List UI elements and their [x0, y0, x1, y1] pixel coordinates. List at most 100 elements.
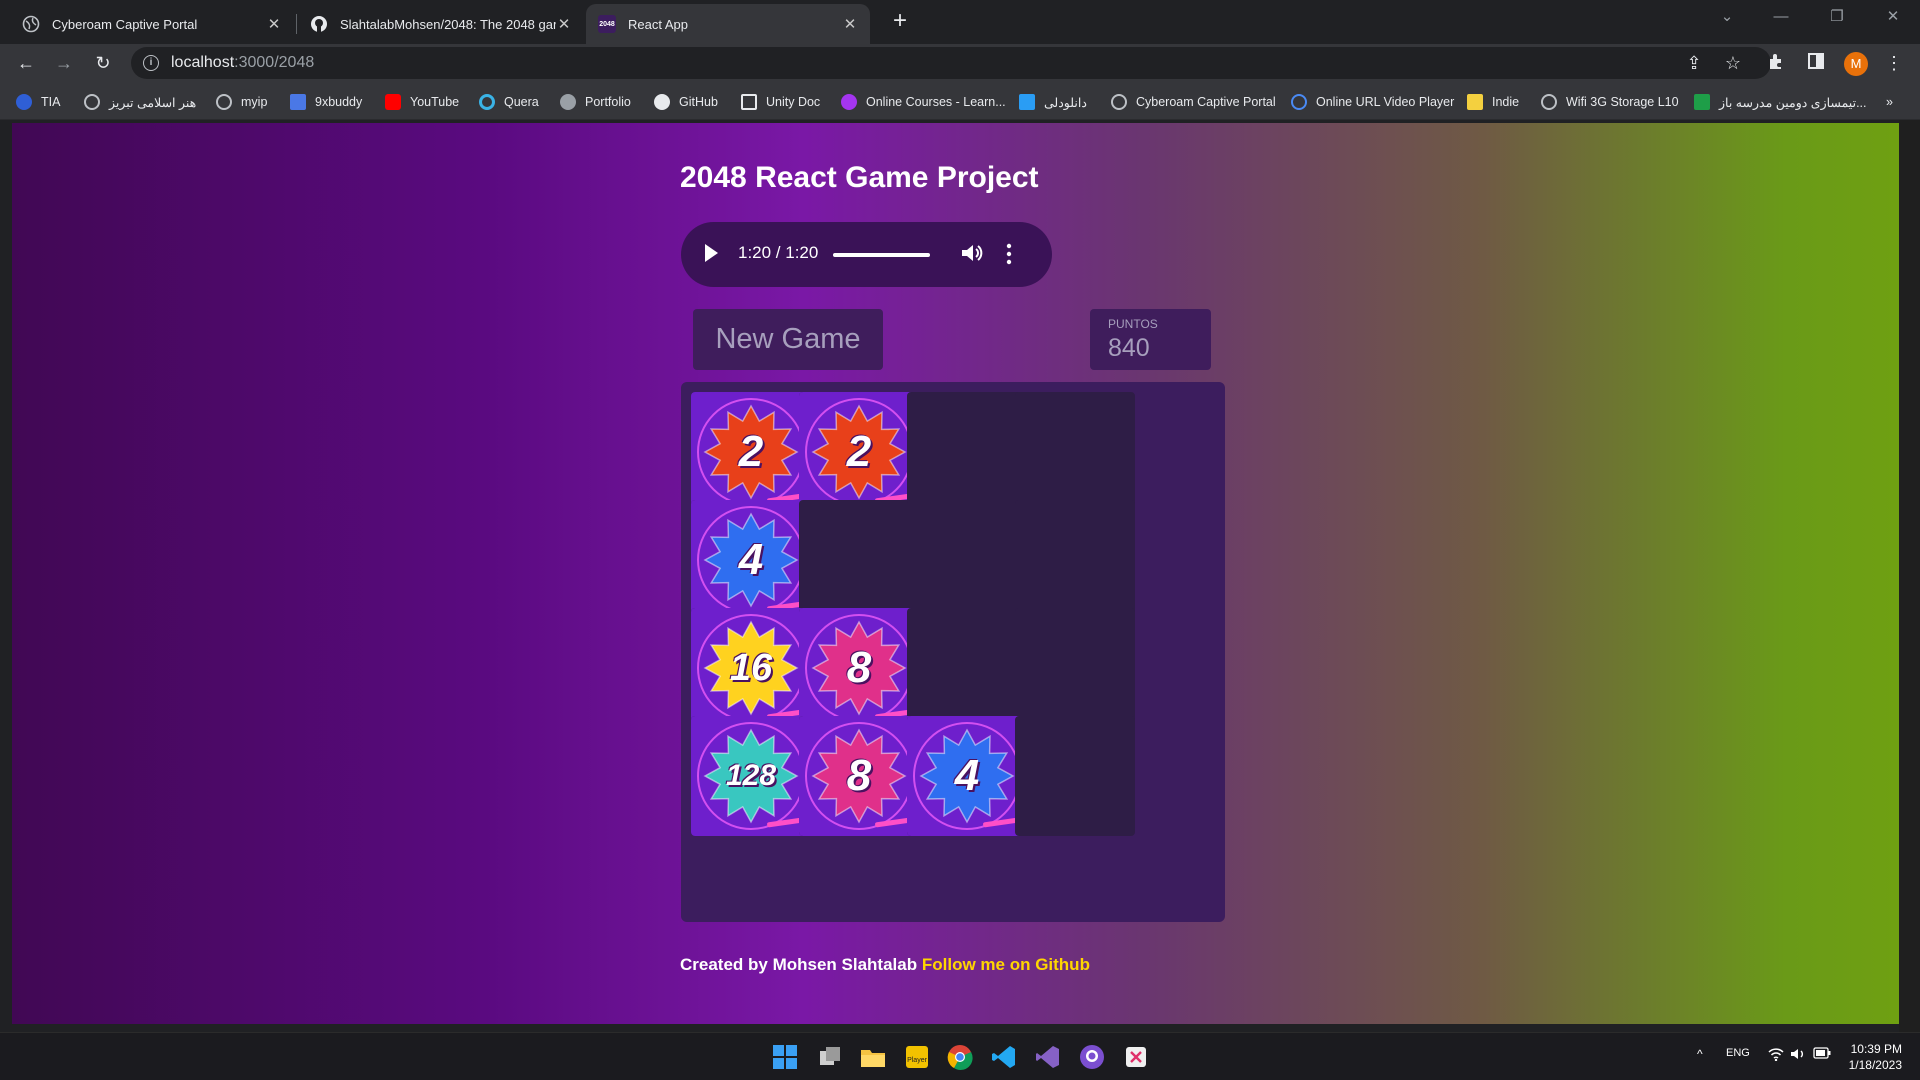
windows-start-icon[interactable] — [771, 1043, 799, 1071]
audio-menu-icon[interactable] — [1006, 243, 1012, 265]
bookmark-item[interactable]: Online URL Video Player — [1291, 92, 1454, 112]
volume-icon[interactable] — [958, 240, 984, 266]
board-cell — [1015, 500, 1135, 620]
profile-avatar[interactable]: M — [1844, 52, 1868, 76]
chrome-icon[interactable] — [946, 1043, 974, 1071]
system-clock[interactable]: 10:39 PM 1/18/2023 — [1848, 1041, 1902, 1073]
share-icon[interactable]: ⇪ — [1682, 51, 1706, 75]
board-cell — [1015, 608, 1135, 728]
bookmarks-bar: TIA هنر اسلامی تبریز myip 9xbuddy YouTub… — [0, 82, 1920, 120]
more-bookmarks-icon[interactable]: » — [1886, 92, 1893, 112]
youtube-icon — [385, 94, 401, 110]
speaker-icon[interactable] — [1790, 1047, 1806, 1064]
new-game-button[interactable]: New Game — [693, 309, 883, 370]
tab-cyberoam[interactable]: Cyberoam Captive Portal ✕ — [0, 4, 294, 44]
globe-icon — [84, 94, 100, 110]
page-background: 2048 React Game Project 1:20 / 1:20 New … — [12, 123, 1899, 1024]
page-scrollbar[interactable] — [1899, 120, 1920, 1032]
forward-icon[interactable]: → — [52, 51, 76, 75]
bookmark-star-icon[interactable]: ☆ — [1721, 51, 1745, 75]
score-box: PUNTOS 840 — [1090, 309, 1211, 370]
window-close-icon[interactable]: ✕ — [1870, 0, 1916, 34]
close-icon[interactable]: ✕ — [266, 15, 282, 33]
new-tab-button[interactable]: + — [886, 8, 914, 36]
page-viewport: 2048 React Game Project 1:20 / 1:20 New … — [0, 120, 1920, 1032]
tile-8: 8 — [799, 608, 919, 728]
vscode-icon[interactable] — [990, 1043, 1018, 1071]
audio-time: 1:20 / 1:20 — [738, 243, 819, 262]
wifi-icon[interactable] — [1768, 1047, 1784, 1064]
windows-taskbar: Player ^ ENG 10:39 PM 1/18/2023 — [0, 1032, 1920, 1080]
unity-icon — [741, 94, 757, 110]
visual-studio-icon[interactable] — [1034, 1043, 1062, 1071]
bookmark-item[interactable]: Online Courses - Learn... — [841, 92, 1006, 112]
portfolio-icon — [560, 94, 576, 110]
restore-icon[interactable]: ❐ — [1814, 0, 1860, 34]
board-cell — [1015, 716, 1135, 836]
language-indicator[interactable]: ENG — [1726, 1047, 1750, 1059]
bookmark-item[interactable]: Quera — [479, 92, 539, 112]
folder-icon — [1467, 94, 1483, 110]
back-icon[interactable]: ← — [14, 51, 38, 75]
tray-overflow-icon[interactable]: ^ — [1697, 1047, 1703, 1061]
github-desktop-icon[interactable] — [1078, 1043, 1106, 1071]
extensions-icon[interactable] — [1765, 51, 1789, 75]
downloadly-icon — [1019, 94, 1035, 110]
battery-icon[interactable] — [1813, 1047, 1831, 1062]
bookmark-item[interactable]: Cyberoam Captive Portal — [1111, 92, 1276, 112]
browser-toolbar: ← → ↻ i localhost:3000/2048 ⇪ ☆ M ⋮ — [0, 44, 1920, 82]
bookmark-item[interactable]: Wifi 3G Storage L10 — [1541, 92, 1679, 112]
address-bar[interactable]: i localhost:3000/2048 ⇪ ☆ — [131, 47, 1771, 79]
tab-title: SlahtalabMohsen/2048: The 2048 game — [340, 16, 556, 32]
reload-icon[interactable]: ↻ — [91, 51, 115, 75]
task-view-icon[interactable] — [816, 1043, 844, 1071]
bookmark-item[interactable]: Portfolio — [560, 92, 631, 112]
menu-kebab-icon[interactable]: ⋮ — [1882, 51, 1906, 75]
minimize-icon[interactable]: — — [1758, 0, 1804, 34]
snipping-tool-icon[interactable] — [1122, 1043, 1150, 1071]
tile-2: 2 — [691, 392, 811, 512]
globe-icon — [22, 15, 40, 33]
svg-text:Player: Player — [907, 1057, 928, 1064]
audio-player[interactable]: 1:20 / 1:20 — [681, 222, 1052, 287]
tab-title: Cyberoam Captive Portal — [52, 16, 198, 32]
close-icon[interactable]: ✕ — [842, 15, 858, 33]
github-follow-link[interactable]: Follow me on Github — [922, 955, 1090, 974]
bookmark-item[interactable]: 9xbuddy — [290, 92, 362, 112]
footer-credit: Created by Mohsen Slahtalab Follow me on… — [680, 955, 1090, 974]
player-app-icon[interactable]: Player — [903, 1043, 931, 1071]
tile-16: 16 — [691, 608, 811, 728]
bookmark-item[interactable]: هنر اسلامی تبریز — [84, 92, 196, 112]
bookmark-item[interactable]: Unity Doc — [741, 92, 820, 112]
bookmark-item[interactable]: GitHub — [654, 92, 718, 112]
globe-icon — [1541, 94, 1557, 110]
github-icon — [310, 15, 328, 33]
udemy-icon — [841, 94, 857, 110]
side-panel-icon[interactable] — [1804, 51, 1828, 75]
bookmark-item[interactable]: TIA — [16, 92, 60, 112]
tile-8: 8 — [799, 716, 919, 836]
board-cell — [907, 500, 1027, 620]
score-label: PUNTOS — [1108, 317, 1158, 331]
github-icon — [654, 94, 670, 110]
tab-divider — [296, 14, 297, 34]
play-icon[interactable] — [705, 244, 718, 262]
docs-icon — [290, 94, 306, 110]
bookmark-item[interactable]: دانلودلی — [1019, 92, 1087, 112]
tab-search-icon[interactable]: ⌄ — [1704, 0, 1750, 34]
bookmark-item[interactable]: YouTube — [385, 92, 459, 112]
file-explorer-icon[interactable] — [859, 1043, 887, 1071]
site-info-icon[interactable]: i — [143, 55, 159, 71]
tab-react-app[interactable]: 2048 React App ✕ — [586, 4, 870, 44]
game-board[interactable]: 2 2 4 16 8 128 8 4 — [681, 382, 1225, 922]
tile-4: 4 — [907, 716, 1027, 836]
board-cell — [799, 500, 919, 620]
close-icon[interactable]: ✕ — [556, 15, 572, 33]
bookmark-item[interactable]: myip — [216, 92, 267, 112]
bookmark-item[interactable]: Indie — [1467, 92, 1519, 112]
board-cell — [1015, 392, 1135, 512]
audio-progress-slider[interactable] — [833, 253, 930, 257]
bookmark-item[interactable]: تیمسازی دومین مدرسه باز... — [1694, 92, 1866, 112]
tab-github[interactable]: SlahtalabMohsen/2048: The 2048 game ✕ — [298, 4, 584, 44]
url-text[interactable]: localhost:3000/2048 — [171, 54, 314, 72]
